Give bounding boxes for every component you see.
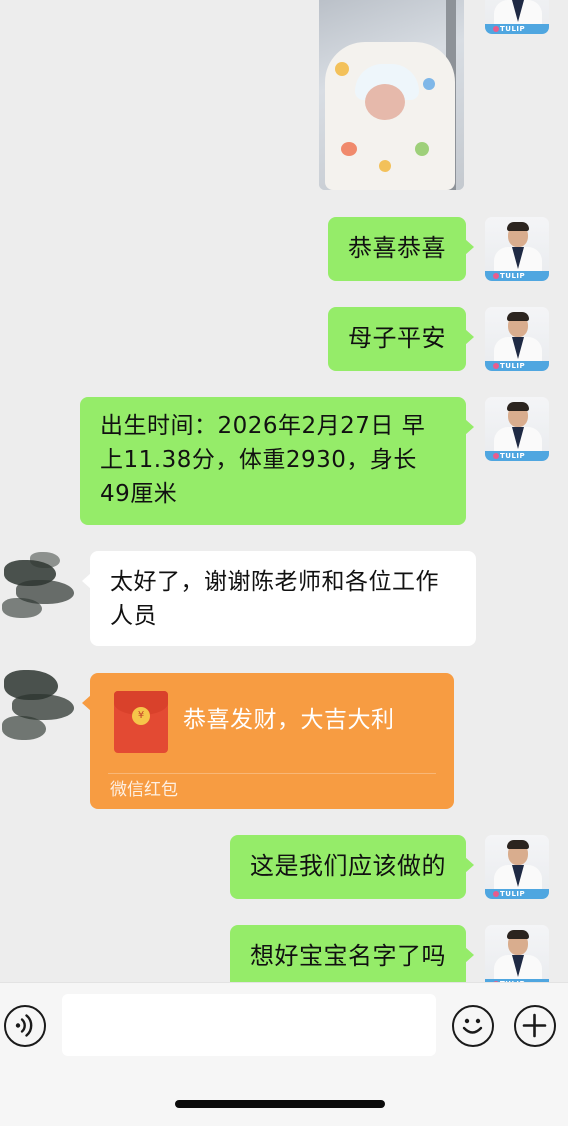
patient-avatar[interactable] <box>0 532 78 632</box>
voice-icon[interactable] <box>4 1005 46 1047</box>
doctor-avatar[interactable]: TULIP <box>485 217 549 281</box>
doctor-avatar[interactable]: TULIP <box>485 397 549 461</box>
coin-icon: ¥ <box>132 707 150 725</box>
red-packet-divider <box>108 773 436 774</box>
home-indicator[interactable] <box>175 1100 385 1108</box>
tulip-logo-icon <box>493 891 499 897</box>
avatar-tag: TULIP <box>500 25 526 33</box>
red-envelope-icon: ¥ <box>114 691 168 753</box>
message-text: 这是我们应该做的 <box>250 852 446 880</box>
tulip-logo-icon <box>493 26 499 32</box>
tulip-logo-icon <box>493 273 499 279</box>
doctor-avatar[interactable]: TULIP <box>485 835 549 899</box>
red-packet-title: 恭喜发财，大吉大利 <box>183 707 395 733</box>
photo-baby-face <box>365 84 405 120</box>
avatar-tag: TULIP <box>500 362 526 370</box>
photo-pattern <box>423 78 435 90</box>
photo-pattern <box>379 160 391 172</box>
avatar-tag: TULIP <box>500 272 526 280</box>
tulip-logo-icon <box>493 453 499 459</box>
avatar-hair <box>507 312 529 321</box>
chat-area: TULIP 恭喜恭喜 TULIP 母子平安 TULIP 出生时间：2026年2月… <box>0 0 568 982</box>
avatar-hair <box>507 402 529 411</box>
message-bubble[interactable]: 想好宝宝名字了吗 <box>230 925 474 982</box>
photo-pattern <box>335 62 349 76</box>
newborn-photo[interactable] <box>319 0 464 190</box>
message-text: 出生时间：2026年2月27日 早上11.38分，体重2930，身长49厘米 <box>100 413 426 507</box>
doctor-avatar[interactable]: TULIP <box>485 0 549 34</box>
emoji-glyph <box>462 1018 483 1034</box>
emoji-icon[interactable] <box>452 1005 494 1047</box>
tulip-logo-icon <box>493 363 499 369</box>
doctor-avatar[interactable]: TULIP <box>485 925 549 982</box>
patient-avatar[interactable] <box>0 650 78 750</box>
message-bubble[interactable]: 恭喜恭喜 <box>328 217 474 281</box>
avatar-hair <box>507 930 529 939</box>
message-text: 母子平安 <box>348 324 446 352</box>
avatar-tag: TULIP <box>500 890 526 898</box>
avatar-hair <box>507 840 529 849</box>
avatar-hair <box>507 222 529 231</box>
doctor-avatar[interactable]: TULIP <box>485 307 549 371</box>
avatar-tag: TULIP <box>500 452 526 460</box>
plus-glyph <box>522 1013 547 1038</box>
message-bubble[interactable]: 出生时间：2026年2月27日 早上11.38分，体重2930，身长49厘米 <box>80 397 474 525</box>
voice-glyph <box>15 1014 33 1037</box>
photo-pattern <box>415 142 429 156</box>
plus-icon[interactable] <box>514 1005 556 1047</box>
message-text: 太好了，谢谢陈老师和各位工作人员 <box>110 569 439 629</box>
message-text: 恭喜恭喜 <box>348 234 446 262</box>
message-bubble[interactable]: 这是我们应该做的 <box>230 835 474 899</box>
message-bubble[interactable]: 太好了，谢谢陈老师和各位工作人员 <box>82 551 476 646</box>
message-bubble[interactable]: 母子平安 <box>328 307 474 371</box>
message-text: 想好宝宝名字了吗 <box>250 942 446 970</box>
red-packet-label: 微信红包 <box>110 780 178 800</box>
message-input[interactable] <box>62 994 436 1056</box>
photo-pattern <box>341 142 357 156</box>
red-packet-message[interactable]: ¥ 恭喜发财，大吉大利 微信红包 <box>82 673 454 809</box>
